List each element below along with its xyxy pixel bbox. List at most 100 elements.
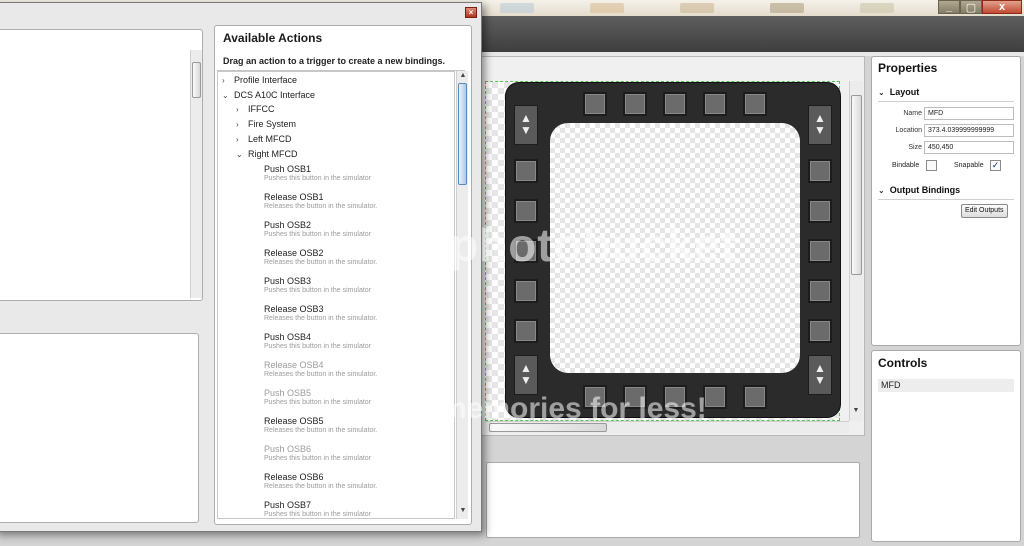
action-item[interactable]: Release OSB3 Releases the button in the s… xyxy=(264,304,377,322)
location-label: Location xyxy=(895,127,922,134)
action-item[interactable]: Release OSB6 Releases the button in the s… xyxy=(264,472,377,490)
divider xyxy=(878,101,1014,102)
tree-node-left-mfcd[interactable]: › Left MFCD xyxy=(236,134,292,144)
action-name: Release OSB1 xyxy=(264,192,324,202)
layout-section-header[interactable]: ⌄ Layout xyxy=(878,87,919,97)
action-item[interactable]: Push OSB7 Pushes this button in the simul… xyxy=(264,500,371,518)
tree-node-profile-interface[interactable]: › Profile Interface xyxy=(222,75,297,85)
minimize-button[interactable]: _ xyxy=(938,0,960,14)
action-name: Release OSB2 xyxy=(264,248,324,258)
osb-button[interactable] xyxy=(743,385,767,409)
osb-button[interactable] xyxy=(743,92,767,116)
bottom-panel xyxy=(480,440,865,542)
maximize-button[interactable]: ▢ xyxy=(960,0,982,14)
scroll-up-arrow-icon[interactable]: ▲ xyxy=(457,72,469,79)
action-item[interactable]: Push OSB4 Pushes this button in the simul… xyxy=(264,332,371,350)
action-description: Releases the button in the simulator. xyxy=(264,427,378,434)
tree-node-iffcc[interactable]: › IFFCC xyxy=(236,104,275,114)
snapable-label: Snapable xyxy=(954,162,984,169)
action-item[interactable]: Release OSB1 Releases the button in the s… xyxy=(264,192,377,210)
tree-node-label: DCS A10C Interface xyxy=(234,90,316,100)
actions-scrollbar[interactable]: ▲ ▼ xyxy=(456,71,468,519)
action-item[interactable]: Release OSB4 Releases the button in the s… xyxy=(264,360,377,378)
background-thumbnail xyxy=(590,3,624,13)
size-field[interactable]: 450,450 xyxy=(924,141,1014,154)
left-pane-scrollbar[interactable] xyxy=(190,50,202,298)
tree-node-label: IFFCC xyxy=(248,104,275,114)
osb-button[interactable] xyxy=(514,159,538,183)
action-item[interactable]: Push OSB6 Pushes this button in the simul… xyxy=(264,444,371,462)
actions-tree[interactable]: › Profile Interface ⌄ DCS A10C Interface ›… xyxy=(217,71,455,519)
bottom-panel-content xyxy=(486,462,860,538)
action-item[interactable]: Release OSB5 Releases the button in the s… xyxy=(264,416,377,434)
action-description: Releases the button in the simulator. xyxy=(264,483,378,490)
location-field[interactable]: 373.4.039999999999 xyxy=(924,124,1014,137)
bindable-label: Bindable xyxy=(892,162,920,169)
background-thumbnail xyxy=(680,3,714,13)
action-item[interactable]: Push OSB3 Pushes this button in the simul… xyxy=(264,276,371,294)
osb-button[interactable] xyxy=(808,199,832,223)
window-controls: _ ▢ x xyxy=(938,0,1022,15)
chevron-right-icon: › xyxy=(236,120,239,129)
osb-button[interactable] xyxy=(808,159,832,183)
action-item[interactable]: Push OSB2 Pushes this button in the simul… xyxy=(264,220,371,238)
layout-section-label: Layout xyxy=(889,87,920,97)
rocker-up-down-icon[interactable]: ▲ ▼ xyxy=(808,105,832,145)
tree-node-right-mfcd[interactable]: ⌄ Right MFCD xyxy=(236,149,298,159)
action-name: Release OSB6 xyxy=(264,472,324,482)
tree-node-label: Fire System xyxy=(248,119,297,129)
action-description: Releases the button in the simulator. xyxy=(264,315,378,322)
action-description: Pushes this button in the simulator xyxy=(264,231,372,238)
name-label: Name xyxy=(903,110,922,117)
action-description: Pushes this button in the simulator xyxy=(264,511,372,518)
left-top-pane xyxy=(0,29,203,301)
action-description: Releases the button in the simulator. xyxy=(264,203,378,210)
snapable-checkbox[interactable]: ✓ xyxy=(990,160,1001,171)
background-thumbnail xyxy=(860,3,894,13)
available-actions-panel: Available Actions Drag an action to a tr… xyxy=(214,25,472,525)
action-item[interactable]: Push OSB5 Pushes this button in the simul… xyxy=(264,388,371,406)
action-item[interactable]: Push OSB1 Pushes this button in the simul… xyxy=(264,164,371,182)
osb-button[interactable] xyxy=(808,319,832,343)
edit-outputs-button[interactable]: Edit Outputs xyxy=(961,204,1008,218)
osb-button[interactable] xyxy=(623,92,647,116)
rocker-up-down-icon[interactable]: ▲ ▼ xyxy=(514,355,538,395)
action-item[interactable]: Release OSB2 Releases the button in the s… xyxy=(264,248,377,266)
osb-button[interactable] xyxy=(808,239,832,263)
scroll-down-arrow-icon[interactable]: ▼ xyxy=(457,507,469,514)
tree-node-label: Profile Interface xyxy=(234,75,298,85)
window-titlebar[interactable] xyxy=(0,3,481,23)
action-description: Pushes this button in the simulator xyxy=(264,455,372,462)
actions-hint-text: Drag an action to a trigger to create a … xyxy=(217,53,465,71)
available-actions-title: Available Actions xyxy=(223,31,323,45)
close-button[interactable]: x xyxy=(982,0,1022,14)
action-name: Push OSB6 xyxy=(264,444,312,454)
osb-button[interactable] xyxy=(583,92,607,116)
chevron-right-icon: › xyxy=(222,76,225,85)
canvas-vertical-scrollbar[interactable]: ▼ xyxy=(849,81,863,421)
scroll-down-arrow-icon[interactable]: ▼ xyxy=(850,407,862,414)
tree-node-fire-system[interactable]: › Fire System xyxy=(236,119,296,129)
bindable-checkbox[interactable] xyxy=(926,160,937,171)
rocker-up-down-icon[interactable]: ▲ ▼ xyxy=(808,355,832,395)
canvas-scroll-thumb[interactable] xyxy=(851,95,862,275)
rocker-up-down-icon[interactable]: ▲ ▼ xyxy=(514,105,538,145)
chevron-down-icon: ⌄ xyxy=(222,91,229,100)
location-row: Location 373.4.039999999999 xyxy=(878,124,1014,138)
action-description: Releases the button in the simulator. xyxy=(264,259,378,266)
action-description: Pushes this button in the simulator xyxy=(264,399,372,406)
controls-list-item[interactable]: MFD xyxy=(878,379,1014,392)
tree-node-dcs-a10c-interface[interactable]: ⌄ DCS A10C Interface xyxy=(222,90,315,100)
osb-button[interactable] xyxy=(808,279,832,303)
osb-button[interactable] xyxy=(514,319,538,343)
actions-scroll-thumb[interactable] xyxy=(458,83,467,185)
osb-button[interactable] xyxy=(514,279,538,303)
left-pane-scroll-thumb[interactable] xyxy=(192,62,201,98)
size-row: Size 450,450 xyxy=(878,141,1014,155)
properties-title: Properties xyxy=(878,61,938,75)
close-icon[interactable]: × xyxy=(465,7,477,18)
output-bindings-section-header[interactable]: ⌄ Output Bindings xyxy=(878,185,960,195)
osb-button[interactable] xyxy=(663,92,687,116)
name-field[interactable]: MFD xyxy=(924,107,1014,120)
osb-button[interactable] xyxy=(703,92,727,116)
